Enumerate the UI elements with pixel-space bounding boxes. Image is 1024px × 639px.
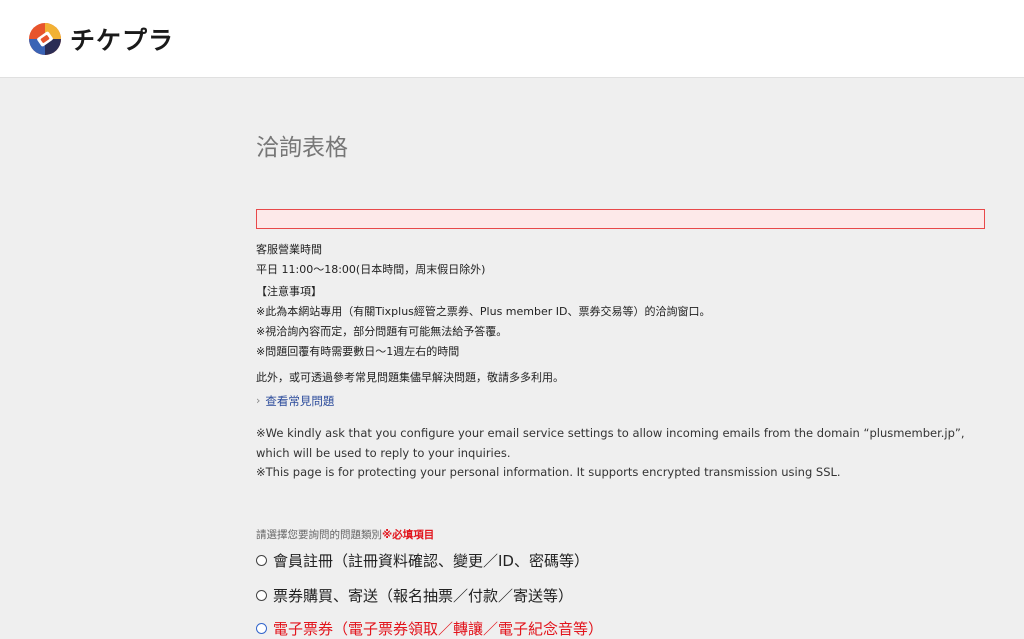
radio-option-label: 會員註冊（註冊資料確認、變更／ID、密碼等） bbox=[273, 552, 589, 570]
english-notice: ※We kindly ask that you configure your e… bbox=[256, 424, 986, 483]
notice-item-1: ※此為本網站專用（有關Tixplus經管之票券、Plus member ID、票… bbox=[256, 305, 711, 318]
info-block: 客服營業時間 平日 11:00～18:00(日本時間，周末假日除外) 【注意事項… bbox=[256, 240, 986, 483]
faq-link-label: 查看常見問題 bbox=[265, 394, 335, 408]
ticket-logo-icon bbox=[28, 22, 62, 56]
site-header: チケプラ bbox=[0, 0, 1024, 78]
radio-option-purchase[interactable]: 票券購買、寄送（報名抽票／付款／寄送等） bbox=[256, 585, 573, 606]
ssl-notice: ※This page is for protecting your person… bbox=[256, 465, 841, 479]
chevron-right-icon: › bbox=[256, 394, 261, 407]
logo-wordmark: チケプラ bbox=[70, 26, 175, 55]
radio-button[interactable] bbox=[256, 590, 267, 601]
radio-option-eticket[interactable]: 電子票券（電子票券領取／轉讓／電子紀念音等） bbox=[256, 618, 603, 639]
email-domain-notice: ※We kindly ask that you configure your e… bbox=[256, 426, 965, 460]
hours-label: 客服營業時間 bbox=[256, 243, 322, 256]
faq-hint: 此外，或可透過參考常見問題集儘早解決問題，敬請多多利用。 bbox=[256, 371, 564, 384]
site-logo[interactable]: チケプラ bbox=[28, 21, 174, 57]
notice-item-3: ※問題回覆有時需要數日～1週左右的時間 bbox=[256, 345, 460, 358]
hours-value: 平日 11:00～18:00(日本時間，周末假日除外) bbox=[256, 263, 486, 276]
radio-button[interactable] bbox=[256, 555, 267, 566]
page-title: 洽詢表格 bbox=[256, 135, 348, 161]
radio-option-membership[interactable]: 會員註冊（註冊資料確認、變更／ID、密碼等） bbox=[256, 550, 589, 571]
radio-option-label: 票券購買、寄送（報名抽票／付款／寄送等） bbox=[273, 587, 574, 605]
radio-option-label: 電子票券（電子票券領取／轉讓／電子紀念音等） bbox=[273, 620, 604, 638]
required-marker: ※必填項目 bbox=[382, 529, 435, 541]
faq-link[interactable]: › 查看常見問題 bbox=[256, 391, 986, 411]
radio-button[interactable] bbox=[256, 623, 267, 634]
notice-item-2: ※視洽詢內容而定，部分問題有可能無法給予答覆。 bbox=[256, 325, 508, 338]
notice-title: 【注意事項】 bbox=[256, 285, 322, 298]
error-message-box bbox=[256, 209, 985, 229]
category-label-text: 請選擇您要詢問的問題類別 bbox=[256, 529, 382, 541]
category-label: 請選擇您要詢問的問題類別※必填項目 bbox=[256, 527, 434, 542]
